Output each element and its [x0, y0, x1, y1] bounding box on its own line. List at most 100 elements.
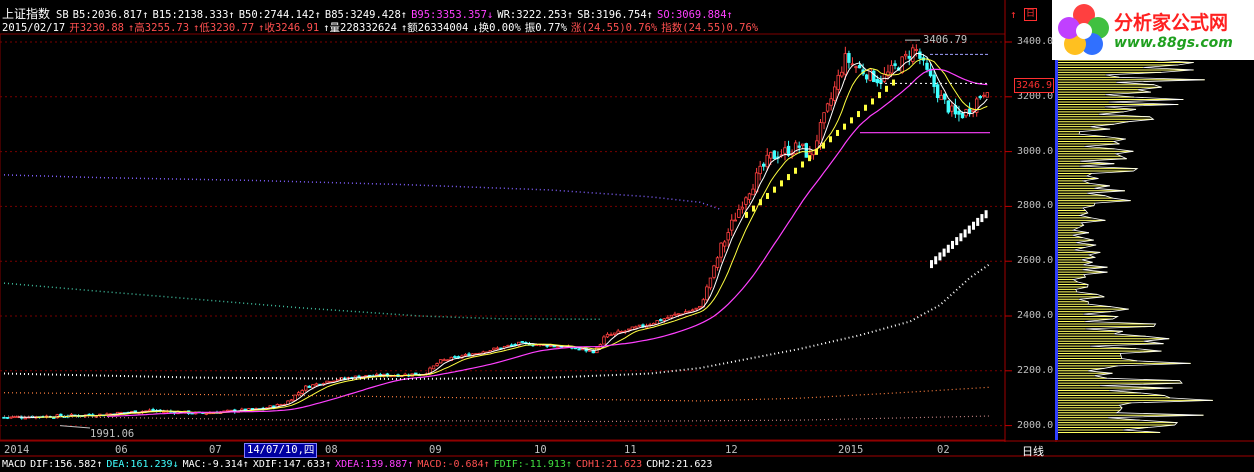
candle-body — [666, 317, 670, 319]
candle-body — [520, 341, 524, 343]
candle-body — [840, 71, 844, 77]
candle-body — [722, 241, 727, 247]
candle-body — [435, 363, 439, 366]
candle-body — [946, 100, 950, 113]
price-axis-label: 2600.0 — [1017, 255, 1054, 267]
candle-body — [9, 416, 13, 419]
step-block — [822, 142, 825, 149]
step-block — [829, 136, 832, 143]
candle-body — [733, 219, 737, 222]
date-axis-label: 02 — [937, 444, 950, 456]
stock-chart-window: 上证指数 SB B5:2036.817↑ B15:2138.333↑ B50:2744.… — [0, 0, 1254, 472]
candle-body — [492, 347, 496, 351]
logo-url[interactable]: www.88gs.com — [1114, 35, 1233, 51]
step-block — [836, 129, 839, 136]
candle-body — [762, 163, 766, 167]
projection-block — [938, 252, 942, 261]
projection-block — [980, 214, 984, 223]
candle-body — [719, 242, 723, 258]
projection-block — [955, 237, 959, 246]
candle-body — [612, 332, 617, 335]
date-axis-label: 10 — [534, 444, 547, 456]
candle-body — [708, 277, 713, 289]
quote-value: ↑量228332624 — [323, 22, 397, 34]
candle-body — [314, 383, 319, 386]
macd-value: MACD — [2, 459, 27, 470]
indicator-header-row2: 2015/02/17 开3230.88 ↑高3255.73 ↑低3230.77 ↑收32… — [2, 22, 766, 35]
ma30-line — [106, 68, 988, 417]
index-title: 上证指数 — [2, 7, 51, 21]
ma1000-line — [3, 415, 991, 423]
date-axis-label: 08 — [325, 444, 338, 456]
candle-body — [712, 265, 716, 278]
candle-body — [662, 318, 666, 321]
candle-body — [967, 108, 972, 114]
candle-body — [289, 399, 294, 402]
projection-block — [967, 225, 971, 234]
step-block — [745, 211, 748, 218]
indicator-header-row1: 上证指数 SB B5:2036.817↑ B15:2138.333↑ B50:2744.… — [2, 8, 741, 22]
candle-body — [857, 65, 862, 69]
candle-body — [506, 344, 510, 347]
candle-body — [694, 307, 698, 310]
price-axis-label: 2200.0 — [1017, 364, 1054, 376]
quote-value: ↑额26334004 — [400, 22, 469, 34]
macd-value: CDH2:21.623 — [646, 459, 713, 470]
arrow-up-icon[interactable]: ↑ — [1010, 8, 1017, 21]
candle-body — [747, 193, 752, 200]
macd-value: DIF:156.582↑ — [30, 459, 103, 470]
candle-body — [957, 110, 961, 115]
candle-body — [836, 74, 840, 90]
macd-indicator-bar: MACD DIF:156.582↑ DEA:161.239↓ MAC:-9.314↑ X… — [2, 458, 716, 471]
candle-body — [875, 79, 879, 84]
step-block — [752, 205, 755, 212]
ma120-line — [3, 282, 601, 321]
price-axis-label: 2800.0 — [1017, 200, 1054, 212]
selected-date-label[interactable]: 14/07/10,四 — [244, 443, 318, 458]
candle-body — [59, 413, 63, 417]
quote-value: ↑高3255.73 — [127, 22, 190, 34]
candle-body — [797, 145, 801, 148]
step-block — [766, 192, 769, 199]
macd-value: DEA:161.239↓ — [106, 459, 179, 470]
step-block — [885, 85, 888, 92]
period-toggle-button[interactable]: 日 — [1024, 8, 1037, 21]
candle-body — [446, 359, 450, 362]
candle-body — [744, 197, 748, 205]
candle-body — [683, 311, 688, 314]
candle-body — [23, 417, 27, 420]
candle-body — [889, 64, 894, 74]
step-block — [794, 167, 797, 174]
candle-body — [311, 384, 315, 389]
candle-body — [669, 314, 674, 318]
candle-body — [872, 70, 876, 83]
candle-body — [765, 154, 769, 168]
price-axis-label: 2400.0 — [1017, 310, 1054, 321]
candle-body — [904, 53, 908, 57]
candle-body — [588, 349, 592, 352]
candle-body — [978, 95, 982, 99]
candle-body — [843, 53, 848, 75]
macd-value: MACD:-0.684↑ — [417, 459, 490, 470]
low-price-label: 1991.06 — [90, 428, 135, 440]
candle-body — [911, 47, 915, 62]
logo-title: 分析家公式网 — [1114, 12, 1229, 34]
candle-body — [616, 330, 620, 334]
projection-block — [976, 217, 980, 226]
candle-body — [456, 356, 461, 358]
candle-body — [918, 51, 922, 59]
candle-body — [971, 109, 975, 112]
period-label[interactable]: 日线 — [1022, 443, 1044, 459]
date-axis-label: 11 — [624, 444, 637, 456]
date-axis-label: 06 — [115, 444, 128, 456]
candle-body — [602, 336, 606, 345]
candle-body — [552, 345, 556, 348]
candle-body — [864, 74, 869, 80]
candle-body — [925, 62, 929, 70]
kline-chart[interactable] — [0, 0, 1254, 472]
candle-body — [637, 324, 642, 327]
candle-body — [691, 309, 695, 312]
candle-body — [2, 416, 6, 419]
candle-body — [804, 143, 808, 158]
candle-body — [715, 257, 720, 268]
